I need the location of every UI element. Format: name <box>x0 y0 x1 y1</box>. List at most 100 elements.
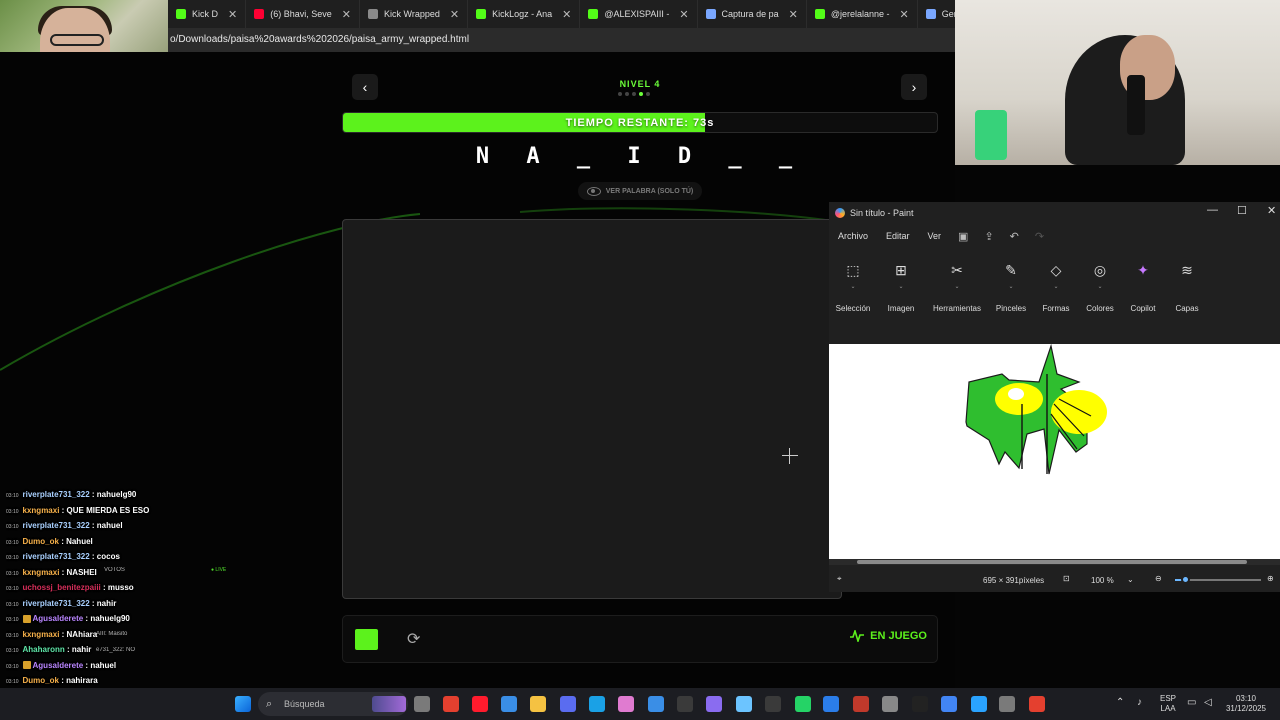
app-icon[interactable] <box>912 696 928 712</box>
chat-user[interactable]: kxngmaxi <box>23 506 60 515</box>
redo-icon[interactable]: ↷ <box>1027 230 1052 243</box>
zoom-slider-knob[interactable] <box>1181 575 1191 584</box>
zoom-in-icon[interactable]: ⊕ <box>1267 574 1274 583</box>
paint-canvas[interactable] <box>829 343 1280 559</box>
menu-archivo[interactable]: Archivo <box>829 231 877 241</box>
ribbon-herramientas-button[interactable]: ✂ ⌄ Herramientas <box>930 262 984 313</box>
chat-user[interactable]: kxngmaxi <box>23 568 60 577</box>
close-icon[interactable]: ✕ <box>1267 204 1276 217</box>
address-bar[interactable]: o/Downloads/paisa%20awards%202026/paisa_… <box>168 28 955 52</box>
chat-user[interactable]: Dumo_ok <box>23 676 59 685</box>
drawing-toolbar: ⟳ EN JUEGO <box>342 615 938 663</box>
paint-horizontal-scrollbar[interactable] <box>829 559 1280 565</box>
zoom-slider[interactable] <box>1175 575 1261 584</box>
share-icon[interactable]: ⇪ <box>976 230 1001 243</box>
tab-close-icon[interactable]: ✕ <box>228 8 237 21</box>
tab-close-icon[interactable]: ✕ <box>679 8 688 21</box>
browser-tab[interactable]: Kick D ✕ <box>168 0 247 28</box>
chat-user[interactable]: riverplate731_322 <box>23 552 90 561</box>
chat-user[interactable]: riverplate731_322 <box>23 521 90 530</box>
ribbon-tool-icon: ≋ <box>1181 262 1193 278</box>
tab-close-icon[interactable]: ✕ <box>899 8 908 21</box>
prev-level-button[interactable]: ‹ <box>352 74 378 100</box>
browser-tab[interactable]: Gemini✕ <box>918 0 955 28</box>
chat-user[interactable]: Ahaharonn <box>23 645 65 654</box>
chat-user[interactable]: Agusalderete <box>33 661 84 670</box>
save-icon[interactable]: ▣ <box>950 230 976 243</box>
zoom-out-icon[interactable]: ⊖ <box>1155 574 1162 583</box>
pen-app-icon[interactable] <box>560 696 576 712</box>
reveal-word-button[interactable]: VER PALABRA (SOLO TÚ) <box>578 182 702 200</box>
minimize-icon[interactable]: — <box>1207 204 1218 216</box>
chat-user[interactable]: riverplate731_322 <box>23 490 90 499</box>
drawing-canvas[interactable] <box>342 219 842 599</box>
level-dot <box>632 92 636 96</box>
tab-close-icon[interactable]: ✕ <box>450 8 459 21</box>
browser-tab[interactable]: @ALEXISPAIII - ✕ <box>580 0 698 28</box>
maximize-icon[interactable]: ☐ <box>1237 204 1247 217</box>
browser-tab[interactable]: (6) Bhavi, Seve ✕ <box>246 0 360 28</box>
scrollbar-thumb[interactable] <box>857 560 1247 564</box>
browser-tab[interactable]: Kick Wrapped ✕ <box>360 0 469 28</box>
vscode-icon[interactable] <box>677 696 693 712</box>
office-icon[interactable] <box>1029 696 1045 712</box>
outlook-icon[interactable] <box>882 696 898 712</box>
discord-icon[interactable] <box>648 696 664 712</box>
terminal-icon[interactable] <box>971 696 987 712</box>
browser-tab[interactable]: KickLogz - Ana ✕ <box>468 0 581 28</box>
task-view-icon[interactable] <box>414 696 430 712</box>
chat-text: musso <box>107 583 134 592</box>
clip-icon[interactable] <box>736 696 752 712</box>
ribbon-seleccin-button[interactable]: ⬚ ⌄ Selección <box>829 262 879 313</box>
tab-close-icon[interactable]: ✕ <box>342 8 351 21</box>
office-icon[interactable] <box>443 696 459 712</box>
fit-icon[interactable]: ⊡ <box>1063 574 1070 583</box>
undo-icon[interactable]: ↶ <box>1002 230 1027 243</box>
chat-user[interactable]: Agusalderete <box>33 614 84 623</box>
tab-close-icon[interactable]: ✕ <box>789 8 798 21</box>
chat-user[interactable]: riverplate731_322 <box>23 599 90 608</box>
game-status: EN JUEGO <box>850 630 927 642</box>
ribbon-imagen-button[interactable]: ⊞ ⌄ Imagen <box>875 262 927 313</box>
zoom-dropdown-chevron-icon[interactable]: ⌄ <box>1127 575 1134 584</box>
edge-icon[interactable] <box>589 696 605 712</box>
notes-icon[interactable] <box>795 696 811 712</box>
zoom-level[interactable]: 100 % <box>1091 576 1114 585</box>
task-view-icon[interactable] <box>999 696 1015 712</box>
chat-time: 03:10 <box>6 648 19 654</box>
opera-icon[interactable] <box>472 696 488 712</box>
color-swatch[interactable] <box>355 629 378 650</box>
menu-editar[interactable]: Editar <box>877 231 919 241</box>
whatsapp-icon[interactable] <box>853 696 869 712</box>
network-icon[interactable]: ▭ <box>1187 698 1196 708</box>
volume-icon[interactable]: ◁ <box>1204 698 1212 708</box>
settings-app-icon[interactable] <box>823 696 839 712</box>
tray-microphone-icon[interactable]: ♪ <box>1137 698 1142 708</box>
chat-user[interactable]: uchossj_benitezpaiii <box>23 583 101 592</box>
app-grid-icon[interactable] <box>765 696 781 712</box>
tab-close-icon[interactable]: ✕ <box>562 8 571 21</box>
game-status-label: EN JUEGO <box>870 630 927 642</box>
tab-favicon-icon <box>367 9 378 19</box>
store-icon[interactable] <box>501 696 517 712</box>
vivaldi-icon[interactable] <box>618 696 634 712</box>
language-indicator[interactable]: ESP LAA <box>1158 694 1178 714</box>
app-icon[interactable] <box>706 696 722 712</box>
paint-ribbon: ⬚ ⌄ Selección ⊞ ⌄ Imagen ✂ ⌄ Herramientas ✎ ⌄ Pince… <box>829 248 1280 324</box>
browser-tab[interactable]: @jerelalanne - ✕ <box>807 0 918 28</box>
clock[interactable]: 03:10 31/12/2025 <box>1218 694 1274 714</box>
tray-chevron-up-icon[interactable]: ⌃ <box>1116 698 1124 708</box>
ribbon-capas-button[interactable]: ≋ Capas <box>1161 262 1213 313</box>
settings-icon[interactable] <box>941 696 957 712</box>
refresh-icon[interactable]: ⟳ <box>407 629 420 649</box>
file-explorer-icon[interactable] <box>530 696 546 712</box>
chat-user[interactable]: kxngmaxi <box>23 630 60 639</box>
tab-label: Kick Wrapped <box>383 9 440 19</box>
microphone-icon <box>1127 75 1145 135</box>
menu-ver[interactable]: Ver <box>919 231 951 241</box>
next-level-button[interactable]: › <box>901 74 927 100</box>
browser-tab[interactable]: Captura de pa ✕ <box>698 0 807 28</box>
tab-favicon-icon <box>925 9 936 19</box>
windows-start-icon[interactable] <box>235 696 251 712</box>
chat-user[interactable]: Dumo_ok <box>23 537 59 546</box>
